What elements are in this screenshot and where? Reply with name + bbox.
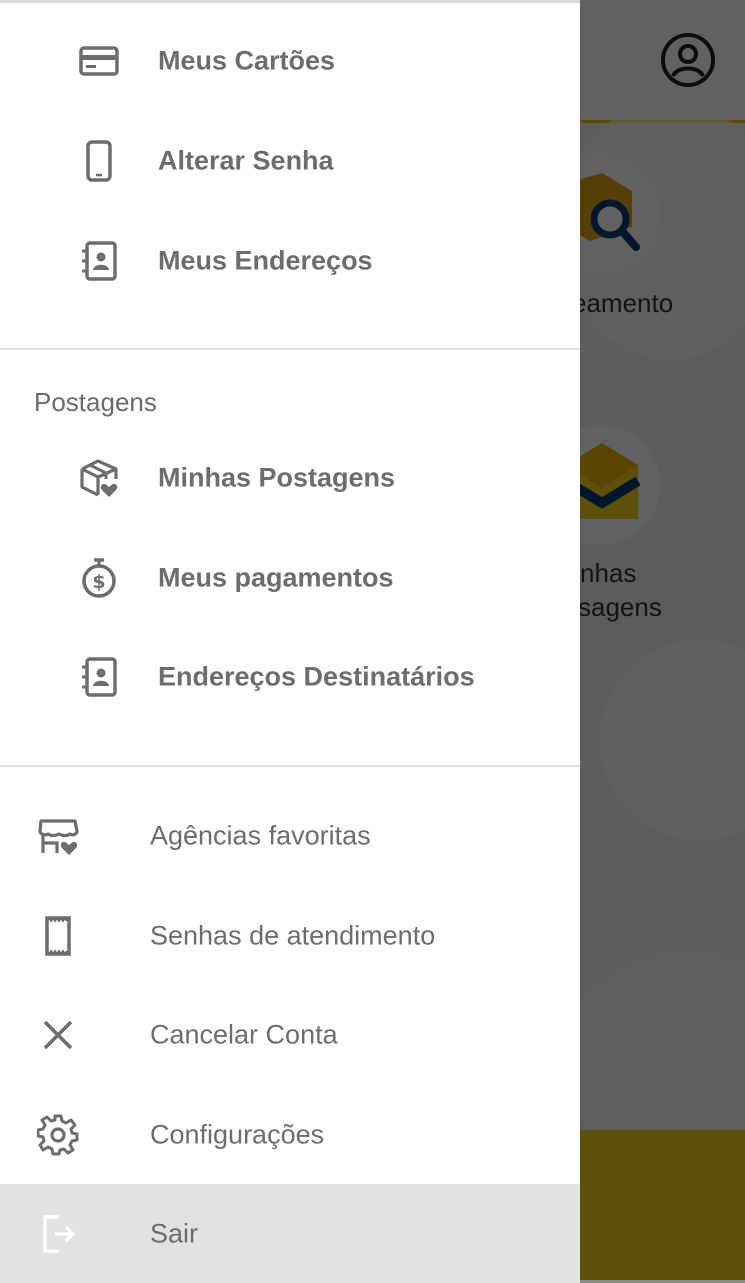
menu-item-label: Cancelar Conta xyxy=(150,1019,338,1049)
ticket-icon xyxy=(36,914,80,958)
credit-card-icon xyxy=(77,39,121,83)
menu-item-label: Configurações xyxy=(150,1119,325,1149)
store-heart-icon xyxy=(36,814,80,858)
menu-item-label: Minhas Postagens xyxy=(158,462,396,492)
section-divider xyxy=(0,765,580,767)
menu-item-cancelar-conta[interactable]: Cancelar Conta xyxy=(0,985,580,1084)
section-title-postagens: Postagens xyxy=(34,387,157,417)
menu-item-label: Agências favoritas xyxy=(150,820,371,850)
menu-item-alterar-senha[interactable]: Alterar Senha xyxy=(0,111,580,210)
menu-item-configuracoes[interactable]: Configurações xyxy=(0,1085,580,1184)
menu-item-agencias-favoritas[interactable]: Agências favoritas xyxy=(0,786,580,885)
logout-icon xyxy=(36,1212,80,1256)
package-heart-icon xyxy=(77,456,121,500)
section-divider xyxy=(0,348,580,350)
menu-item-sair[interactable]: Sair xyxy=(0,1184,580,1283)
navigation-drawer: Meus Cartões Alterar Senha Meus Endereço… xyxy=(0,0,580,1283)
svg-text:$: $ xyxy=(92,571,105,593)
menu-item-minhas-postagens[interactable]: Minhas Postagens xyxy=(0,428,580,527)
menu-item-label: Meus Cartões xyxy=(158,45,336,75)
menu-item-label: Sair xyxy=(150,1218,199,1248)
address-book-icon xyxy=(77,239,121,283)
menu-item-meus-enderecos[interactable]: Meus Endereços xyxy=(0,211,580,310)
menu-item-enderecos-destinatarios[interactable]: Endereços Destinatários xyxy=(0,627,580,726)
address-book-icon xyxy=(77,655,121,699)
menu-item-label: Meus pagamentos xyxy=(158,562,394,592)
gear-icon xyxy=(36,1113,80,1157)
menu-item-label: Alterar Senha xyxy=(158,145,334,175)
menu-item-senhas-atendimento[interactable]: Senhas de atendimento xyxy=(0,886,580,985)
close-icon xyxy=(36,1013,80,1057)
menu-item-label: Meus Endereços xyxy=(158,245,373,275)
stopwatch-dollar-icon: $ xyxy=(77,556,121,600)
menu-item-label: Endereços Destinatários xyxy=(158,661,475,691)
menu-item-meus-pagamentos[interactable]: $ Meus pagamentos xyxy=(0,528,580,627)
smartphone-icon xyxy=(77,139,121,183)
menu-item-meus-cartoes[interactable]: Meus Cartões xyxy=(0,11,580,110)
menu-item-label: Senhas de atendimento xyxy=(150,920,436,950)
